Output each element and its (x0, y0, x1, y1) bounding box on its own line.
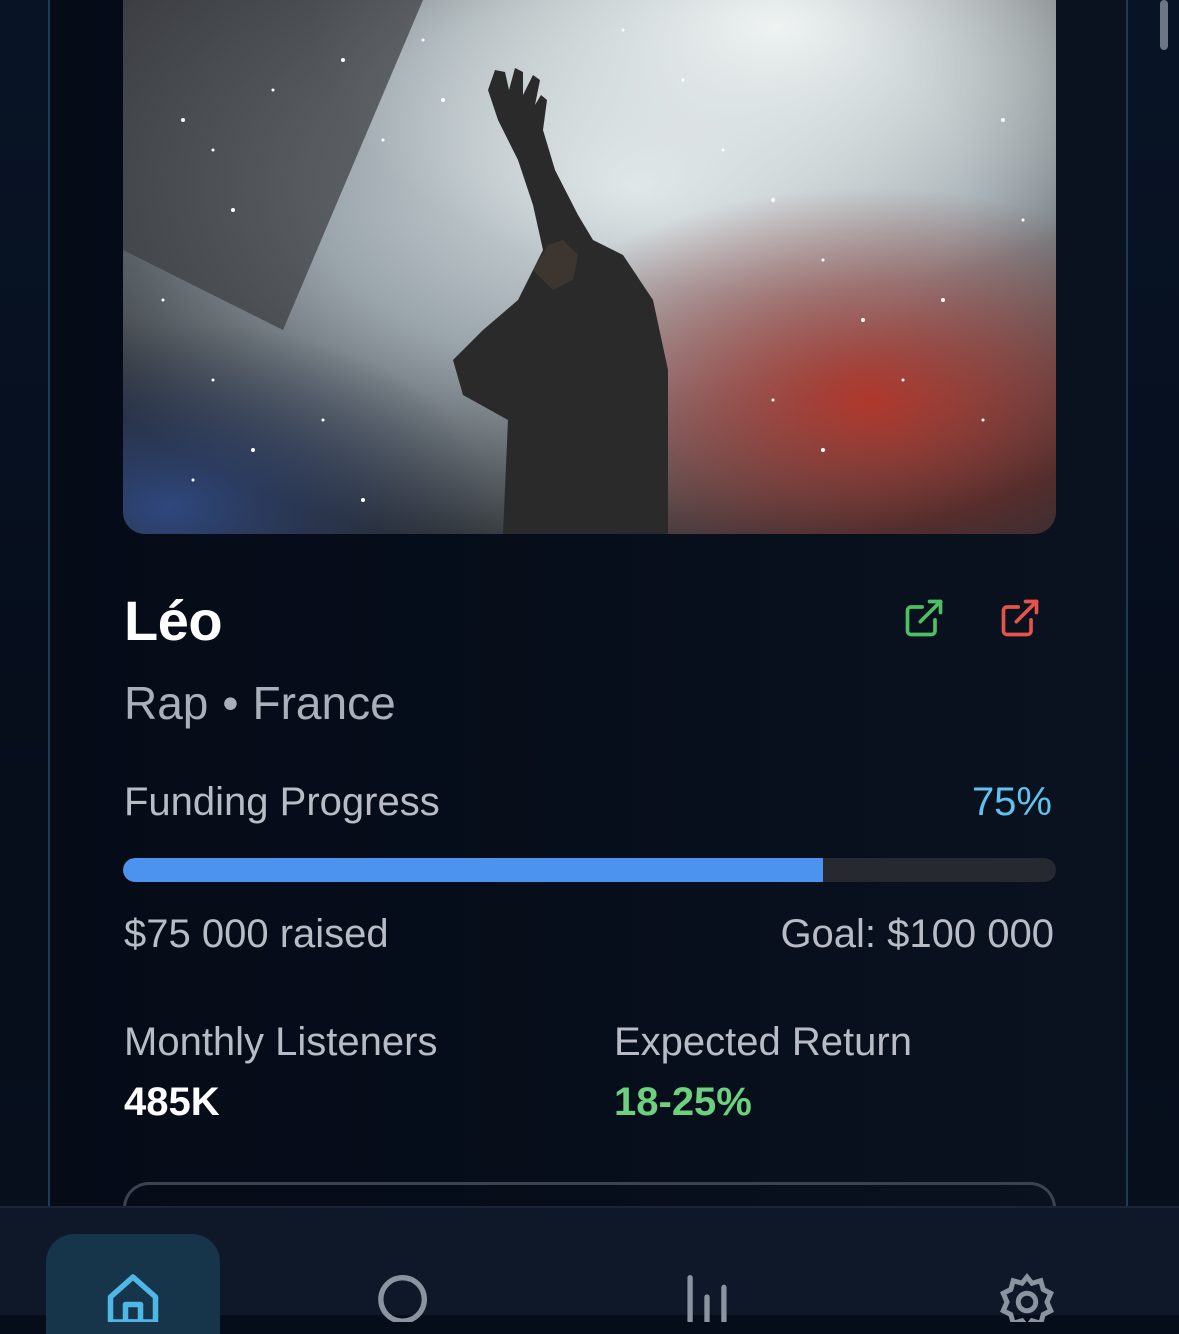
nav-settings[interactable] (940, 1234, 1114, 1334)
funding-progress-fill (123, 858, 823, 882)
funding-progress-percent: 75% (971, 780, 1052, 824)
stats-icon (687, 1275, 727, 1322)
expected-return-value: 18-25% (614, 1080, 752, 1124)
artist-meta: Rap • France (124, 676, 396, 730)
funding-progress-bar (123, 858, 1056, 882)
bottom-nav (0, 1206, 1179, 1334)
artist-genre: Rap (124, 677, 209, 729)
external-link-icon[interactable] (998, 596, 1042, 640)
amount-raised: $75 000 raised (124, 912, 389, 956)
artist-name: Léo (124, 589, 223, 652)
artist-hero-image (123, 0, 1056, 534)
monthly-listeners-label: Monthly Listeners (124, 1020, 438, 1064)
nav-home[interactable] (46, 1234, 220, 1334)
scrollbar[interactable] (1160, 0, 1168, 50)
meta-separator: • (222, 677, 239, 729)
funding-goal: Goal: $100 000 (780, 912, 1054, 956)
search-icon (378, 1275, 427, 1322)
monthly-listeners-value: 485K (124, 1080, 220, 1124)
nav-stats[interactable] (620, 1234, 794, 1334)
funding-progress-label: Funding Progress (124, 780, 440, 824)
home-icon (107, 1274, 159, 1322)
external-link-icon[interactable] (902, 596, 946, 640)
expected-return-label: Expected Return (614, 1020, 912, 1064)
artist-country: France (252, 677, 396, 729)
gear-icon (1000, 1272, 1054, 1322)
nav-search[interactable] (318, 1234, 492, 1334)
